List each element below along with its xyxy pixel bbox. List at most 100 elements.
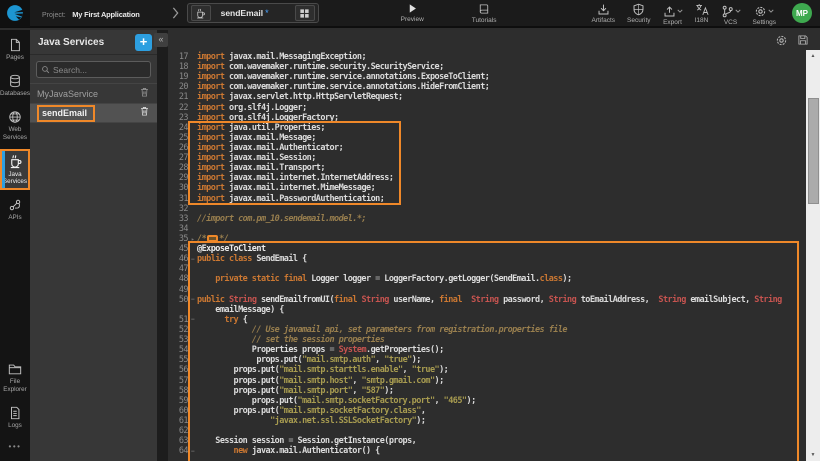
code-line[interactable]: 32 xyxy=(168,204,806,214)
code-line[interactable]: emailMessage) { xyxy=(168,305,806,315)
fold-marker[interactable]: − xyxy=(188,296,197,303)
code-line[interactable]: 24import java.util.Properties; xyxy=(168,123,806,133)
code-segment: "587" xyxy=(361,386,384,396)
wavemaker-logo[interactable] xyxy=(0,0,30,27)
topbar-button-artifacts[interactable]: Artifacts xyxy=(592,3,615,24)
code-line[interactable]: 22import org.slf4j.Logger; xyxy=(168,103,806,113)
code-line[interactable]: 29import javax.mail.internet.InternetAdd… xyxy=(168,173,806,183)
code-line[interactable]: 50−public String sendEmailfromUI(final S… xyxy=(168,295,806,305)
sidebar-item-java-services[interactable]: Java Services xyxy=(0,149,30,190)
sidebar-more-button[interactable]: ••• xyxy=(0,434,30,461)
code-line[interactable]: 46−public class SendEmail { xyxy=(168,254,806,264)
code-line[interactable]: 21import javax.servlet.http.HttpServletR… xyxy=(168,92,806,102)
preview-button[interactable]: Preview xyxy=(401,3,424,23)
code-line[interactable]: 31import javax.mail.PasswordAuthenticati… xyxy=(168,194,806,204)
tutorials-button[interactable]: Tutorials xyxy=(472,3,497,24)
code-line[interactable]: 53 // set the session properties xyxy=(168,335,806,345)
topbar-button-export[interactable]: Export xyxy=(663,0,683,26)
code-segment: userName, xyxy=(389,295,439,305)
code-line[interactable]: 20import com.wavemaker.runtime.service.a… xyxy=(168,82,806,92)
code-text: /**/ xyxy=(197,234,806,244)
code-segment: javax.mail.Authenticator() { xyxy=(252,446,380,456)
topbar-button-settings[interactable]: Settings xyxy=(753,0,777,26)
code-text: props.put("mail.smtp.host", "smtp.gmail.… xyxy=(197,376,806,386)
code-line[interactable]: 64− new javax.mail.Authenticator() { xyxy=(168,446,806,456)
code-line[interactable]: 63 Session session = Session.getInstance… xyxy=(168,436,806,446)
artifacts-download-icon xyxy=(597,3,610,16)
sidebar-item-pages[interactable]: Pages xyxy=(0,33,30,66)
code-segment: , xyxy=(421,406,426,416)
code-line[interactable]: 47 xyxy=(168,264,806,274)
fold-marker[interactable]: − xyxy=(188,448,197,455)
code-line[interactable]: 57 props.put("mail.smtp.host", "smtp.gma… xyxy=(168,376,806,386)
code-line[interactable]: 26import javax.mail.Authenticator; xyxy=(168,143,806,153)
folded-comment-pill xyxy=(207,235,218,242)
code-line[interactable]: 18import com.wavemaker.runtime.security.… xyxy=(168,62,806,72)
code-line[interactable]: 56 props.put("mail.smtp.starttls.enable"… xyxy=(168,365,806,375)
scroll-down-arrow[interactable]: ▼ xyxy=(806,449,820,461)
panel-divider: « xyxy=(157,30,168,461)
fold-marker[interactable]: ▸ xyxy=(188,236,197,243)
code-segment: emailSubject, xyxy=(686,295,755,305)
code-line[interactable]: 49 xyxy=(168,285,806,295)
code-text: import javax.servlet.http.HttpServletReq… xyxy=(197,92,806,102)
code-line[interactable]: 58 props.put("mail.smtp.port", "587"); xyxy=(168,386,806,396)
vertical-scrollbar[interactable]: ▲ ▼ xyxy=(806,50,820,461)
code-segment: Properties props xyxy=(197,345,329,355)
trash-icon[interactable] xyxy=(139,104,150,122)
user-avatar[interactable]: MP xyxy=(792,3,812,23)
grid-icon[interactable] xyxy=(295,5,315,21)
code-segment: password, xyxy=(499,295,549,305)
trash-icon[interactable] xyxy=(139,85,150,103)
code-line[interactable]: 48 private static final Logger logger = … xyxy=(168,274,806,284)
code-line[interactable]: 34 xyxy=(168,224,806,234)
line-number: 19 xyxy=(168,72,188,82)
add-service-button[interactable]: + xyxy=(135,34,152,51)
code-line[interactable]: 33//import com.pm_10.sendemail.model.*; xyxy=(168,214,806,224)
code-line[interactable]: 52 // Use javamail api, set parameters f… xyxy=(168,325,806,335)
topbar-button-security[interactable]: Security xyxy=(627,3,650,24)
sidebar-item-logs[interactable]: Logs xyxy=(0,401,30,434)
code-line[interactable]: 23import org.slf4j.LoggerFactory; xyxy=(168,113,806,123)
scroll-up-arrow[interactable]: ▲ xyxy=(806,50,820,62)
search-input[interactable] xyxy=(53,65,146,75)
sidebar-item-databases[interactable]: Databases xyxy=(0,69,30,102)
topbar-button-vcs[interactable]: VCS xyxy=(721,0,741,26)
caret-down-icon xyxy=(735,0,741,18)
service-list-item[interactable]: sendEmail xyxy=(30,103,157,123)
line-number: 26 xyxy=(168,143,188,153)
code-line[interactable]: 60 props.put("mail.smtp.socketFactory.cl… xyxy=(168,406,806,416)
sidebar-item-apis[interactable]: APIs xyxy=(0,193,30,226)
fold-marker[interactable]: − xyxy=(188,256,197,263)
tab-sendemail[interactable]: sendEmail * xyxy=(187,3,319,23)
topbar-button-i18n[interactable]: I18N xyxy=(695,3,709,24)
code-line[interactable]: 19import com.wavemaker.runtime.service.a… xyxy=(168,72,806,82)
code-line[interactable]: 45@ExposeToClient xyxy=(168,244,806,254)
fold-marker[interactable]: − xyxy=(188,316,197,323)
sidebar-spacer xyxy=(0,227,30,355)
code-line[interactable]: 17import javax.mail.MessagingException; xyxy=(168,52,806,62)
code-line[interactable]: 25import javax.mail.Message; xyxy=(168,133,806,143)
code-line[interactable]: 35▸/**/ xyxy=(168,234,806,244)
save-icon[interactable] xyxy=(797,34,809,46)
code-line[interactable]: 30import javax.mail.internet.MimeMessage… xyxy=(168,183,806,193)
sidebar-item-file-explorer[interactable]: File Explorer xyxy=(0,357,30,397)
gear-icon[interactable] xyxy=(775,34,788,47)
code-line[interactable]: 28import javax.mail.Transport; xyxy=(168,163,806,173)
code-line[interactable]: 62 xyxy=(168,426,806,436)
service-list-item[interactable]: MyJavaService xyxy=(30,83,157,103)
project-name[interactable]: My First Application xyxy=(72,10,139,19)
code-line[interactable]: 61 "javax.net.ssl.SSLSocketFactory"); xyxy=(168,416,806,426)
code-line[interactable]: 54 Properties props = System.getProperti… xyxy=(168,345,806,355)
scrollbar-thumb[interactable] xyxy=(808,98,819,204)
collapse-panel-button[interactable]: « xyxy=(154,33,168,47)
code-text: // Use javamail api, set parameters from… xyxy=(197,325,806,335)
code-line[interactable]: 55 props.put("mail.smtp.auth", "true"); xyxy=(168,355,806,365)
code-line[interactable]: 27import javax.mail.Session; xyxy=(168,153,806,163)
code-line[interactable]: 59 props.put("mail.smtp.socketFactory.po… xyxy=(168,396,806,406)
code-segment: javax.mail.Message; xyxy=(229,133,316,143)
code-line[interactable]: 51− try { xyxy=(168,315,806,325)
sidebar-item-web-services[interactable]: Web Services xyxy=(0,105,30,145)
code-segment: .getProperties(); xyxy=(366,345,444,355)
code-area[interactable]: 17import javax.mail.MessagingException;1… xyxy=(168,50,806,461)
